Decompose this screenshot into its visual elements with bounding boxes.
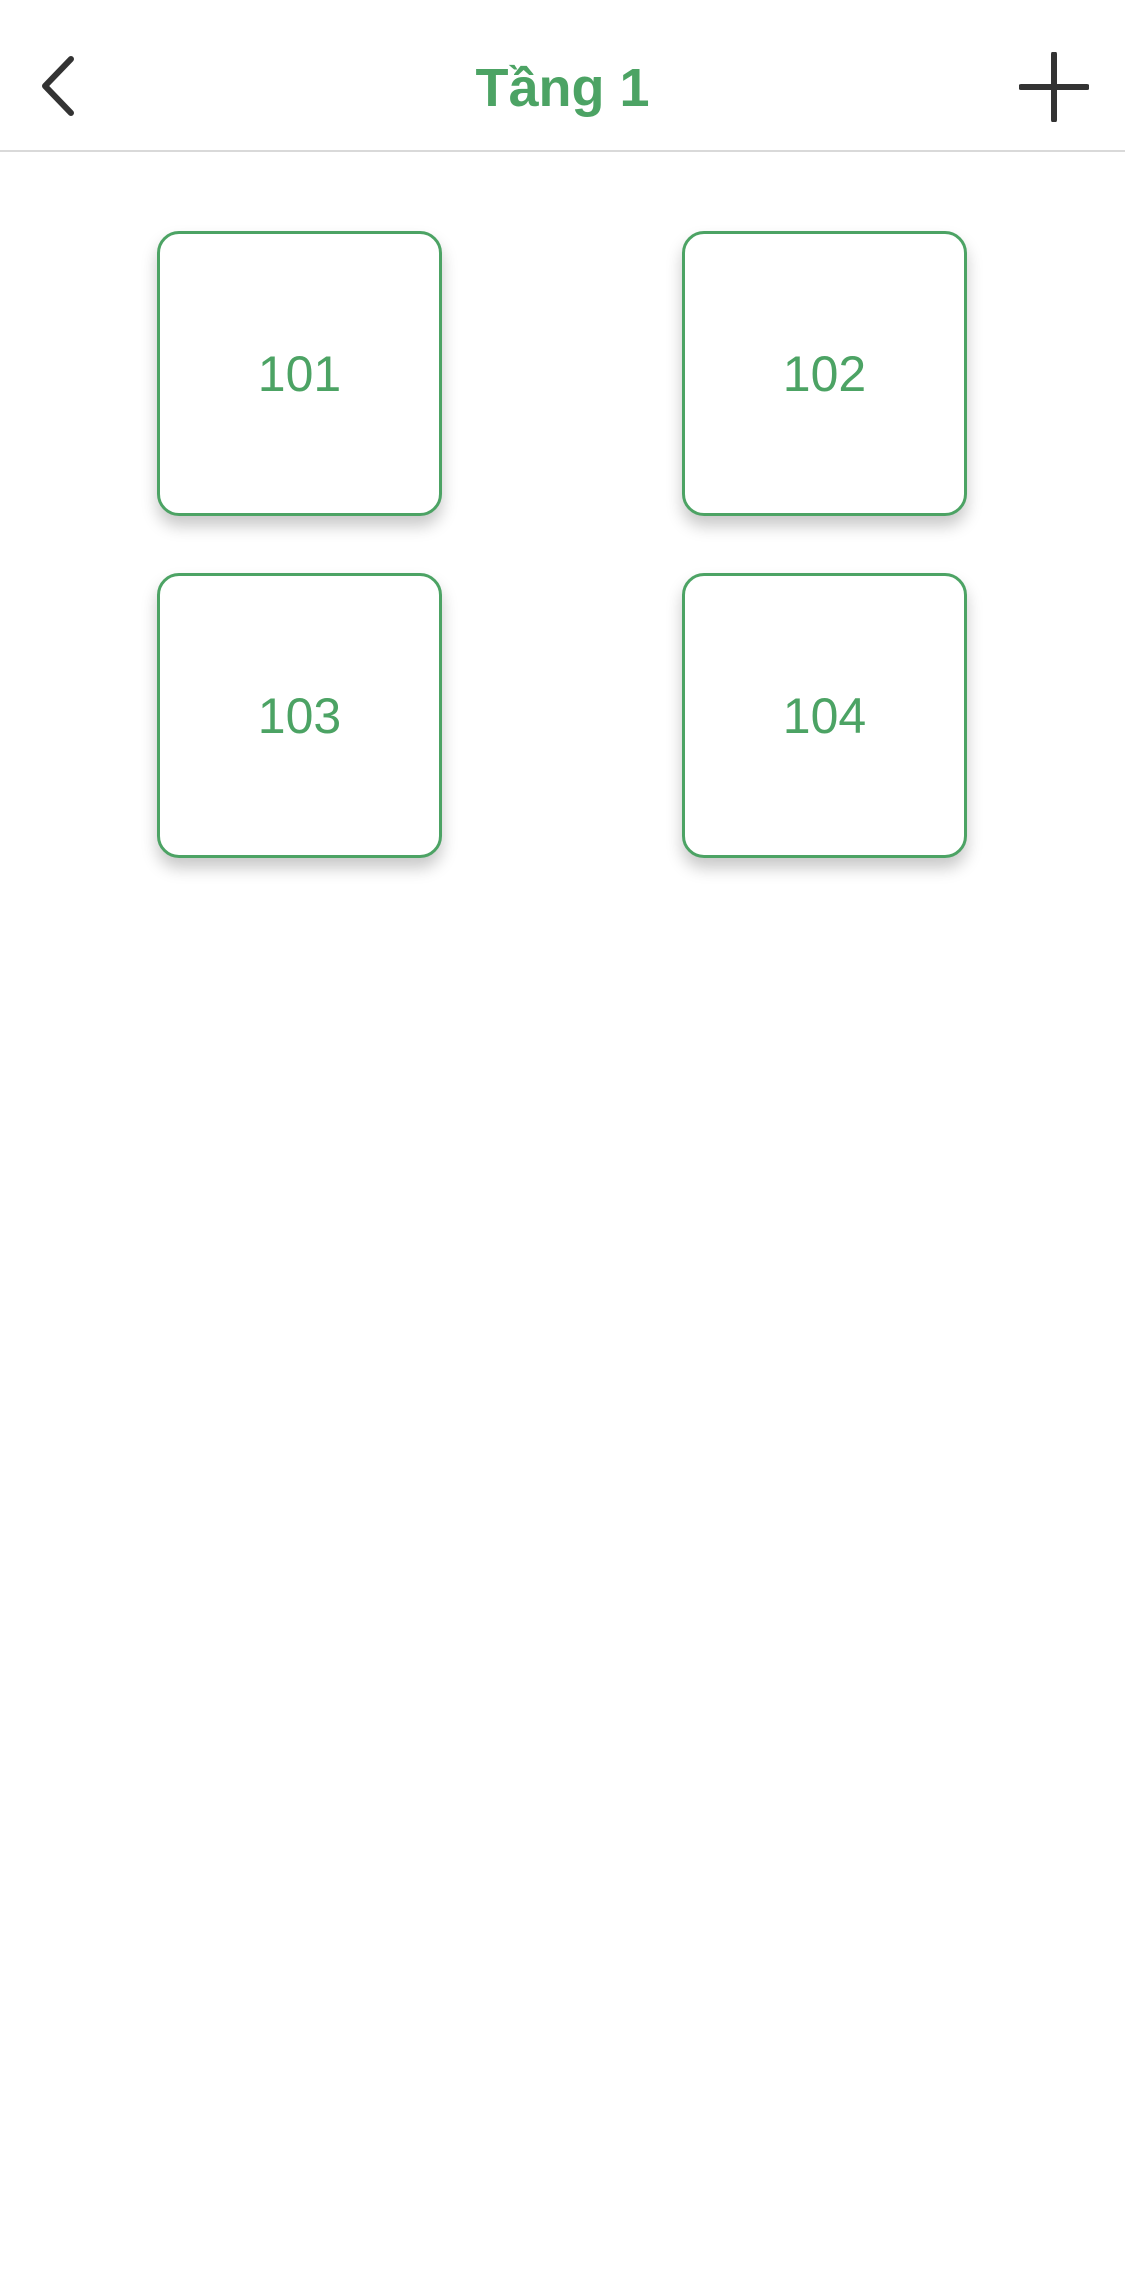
room-label: 103 — [257, 687, 342, 744]
header-bar: Tầng 1 — [0, 0, 1125, 152]
add-button[interactable] — [1011, 46, 1097, 132]
room-label: 102 — [782, 345, 867, 402]
room-tile[interactable]: 102 — [682, 231, 967, 516]
room-tile[interactable]: 101 — [157, 231, 442, 516]
room-tile[interactable]: 103 — [157, 573, 442, 858]
room-tile[interactable]: 104 — [682, 573, 967, 858]
room-label: 104 — [782, 687, 867, 744]
room-label: 101 — [257, 345, 342, 402]
plus-icon — [1018, 50, 1090, 127]
page-title: Tầng 1 — [475, 58, 650, 118]
